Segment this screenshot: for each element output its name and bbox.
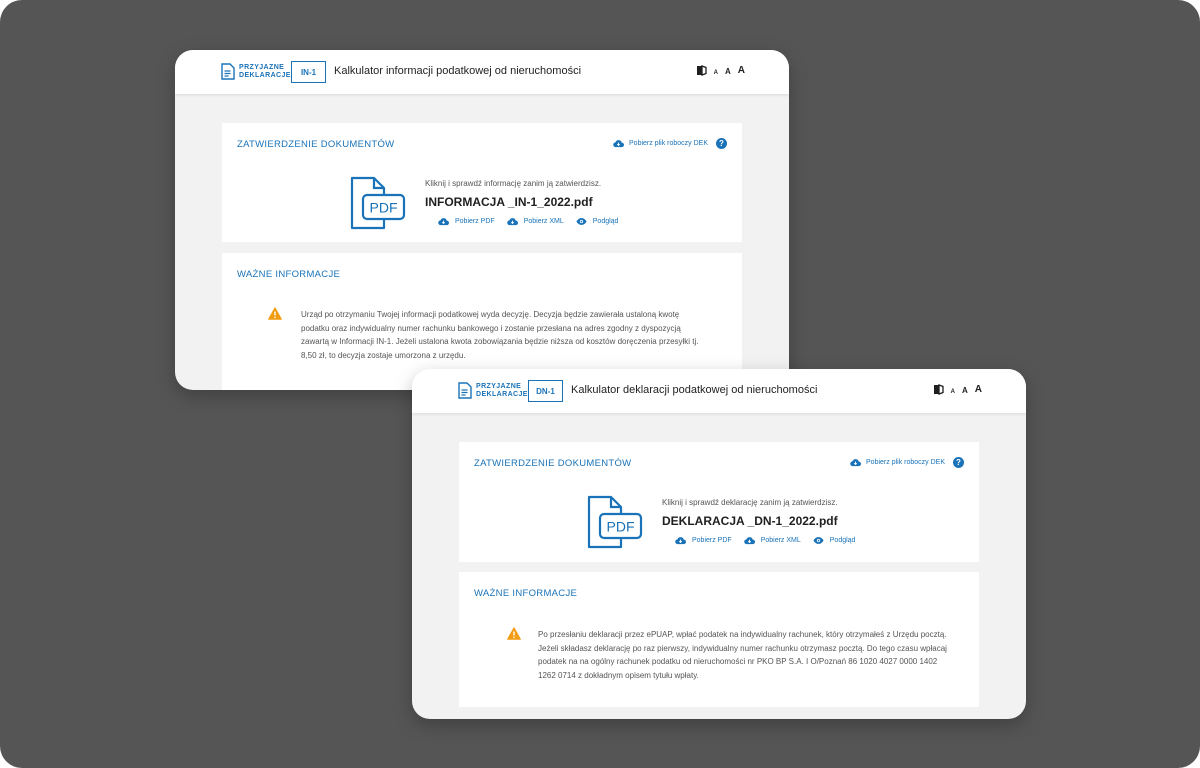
logo-line2: DEKLARACJE [476,390,528,398]
download-draft-link[interactable]: Pobierz plik roboczy DEK ? [850,457,964,468]
pdf-label: PDF [607,519,635,535]
download-pdf-button[interactable]: Pobierz PDF [675,536,732,545]
warning-icon [268,307,282,320]
documents-card-title: ZATWIERDZENIE DOKUMENTÓW [237,139,395,150]
document-logo-icon [221,63,235,80]
pdf-file-icon: PDF [587,495,643,549]
important-info-title: WAŻNE INFORMACJE [237,269,341,280]
cloud-download-icon [850,459,862,467]
help-icon[interactable]: ? [716,138,727,149]
cloud-download-icon [438,218,449,226]
download-draft-label: Pobierz plik roboczy DEK [866,459,945,466]
download-draft-label: Pobierz plik roboczy DEK [629,140,708,147]
window-dn1: PRZYJAZNE DEKLARACJE DN-1 Kalkulator dek… [412,369,1026,719]
document-instruction: Kliknij i sprawdź deklarację zanim ją za… [662,498,838,507]
top-bar: PRZYJAZNE DEKLARACJE IN-1 Kalkulator inf… [175,50,789,94]
pdf-file-icon: PDF [350,176,406,230]
important-info-text: Urząd po otrzymaniu Twojej informacji po… [301,310,699,360]
window-in1: PRZYJAZNE DEKLARACJE IN-1 Kalkulator inf… [175,50,789,390]
document-actions: Pobierz PDF Pobierz XML Podgląd [675,536,855,545]
important-info-card: WAŻNE INFORMACJE Po przesłaniu deklaracj… [459,572,979,707]
app-title: Kalkulator deklaracji podatkowej od nier… [571,384,818,396]
documents-card: ZATWIERDZENIE DOKUMENTÓW Pobierz plik ro… [459,442,979,562]
font-size-small-button[interactable]: A [951,389,955,395]
important-info-title: WAŻNE INFORMACJE [474,588,578,599]
cloud-download-icon [506,218,518,226]
font-size-small-button[interactable]: A [714,70,718,76]
app-title: Kalkulator informacji podatkowej od nier… [334,65,582,77]
warning-icon [507,627,521,640]
document-logo-icon [458,382,472,399]
help-icon[interactable]: ? [953,457,964,468]
download-pdf-button[interactable]: Pobierz PDF [438,217,495,226]
documents-card-title: ZATWIERDZENIE DOKUMENTÓW [474,458,632,469]
accessibility-controls: A A A [933,384,982,395]
eye-icon [576,218,587,225]
documents-card: ZATWIERDZENIE DOKUMENTÓW Pobierz plik ro… [222,123,742,242]
document-filename[interactable]: DEKLARACJA _DN-1_2022.pdf [662,514,838,528]
download-draft-link[interactable]: Pobierz plik roboczy DEK ? [613,138,727,149]
download-pdf-label: Pobierz PDF [692,537,732,544]
download-xml-label: Pobierz XML [760,537,801,544]
preview-button[interactable]: Podgląd [813,536,856,545]
preview-label: Podgląd [592,218,619,225]
font-size-medium-button[interactable]: A [962,387,968,395]
font-size-medium-button[interactable]: A [725,68,731,76]
contrast-icon[interactable] [696,65,707,76]
cloud-download-icon [613,140,625,148]
download-pdf-label: Pobierz PDF [455,218,495,225]
important-info-text: Po przesłaniu deklaracji przez ePUAP, wp… [538,630,947,680]
document-actions: Pobierz PDF Pobierz XML Podgląd [438,217,618,226]
logo-line2: DEKLARACJE [239,71,291,79]
logo[interactable]: PRZYJAZNE DEKLARACJE [458,382,528,399]
document-filename[interactable]: INFORMACJA _IN-1_2022.pdf [425,195,593,209]
download-xml-button[interactable]: Pobierz XML [743,536,801,545]
cloud-download-icon [675,537,686,545]
document-instruction: Kliknij i sprawdź informację zanim ją za… [425,179,602,188]
logo-line1: PRZYJAZNE [239,63,285,71]
preview-label: Podgląd [829,537,856,544]
backdrop: PRZYJAZNE DEKLARACJE IN-1 Kalkulator inf… [0,0,1200,768]
cloud-download-icon [743,537,755,545]
download-xml-label: Pobierz XML [523,218,564,225]
logo[interactable]: PRZYJAZNE DEKLARACJE [221,63,291,80]
pdf-label: PDF [370,200,398,216]
top-bar: PRZYJAZNE DEKLARACJE DN-1 Kalkulator dek… [412,369,1026,413]
font-size-large-button[interactable]: A [975,385,982,395]
form-code-badge: IN-1 [291,61,326,83]
font-size-large-button[interactable]: A [738,66,745,76]
contrast-icon[interactable] [933,384,944,395]
eye-icon [813,537,824,544]
form-code-badge: DN-1 [528,380,563,402]
download-xml-button[interactable]: Pobierz XML [506,217,564,226]
accessibility-controls: A A A [696,65,745,76]
preview-button[interactable]: Podgląd [576,217,619,226]
logo-line1: PRZYJAZNE [476,382,522,390]
